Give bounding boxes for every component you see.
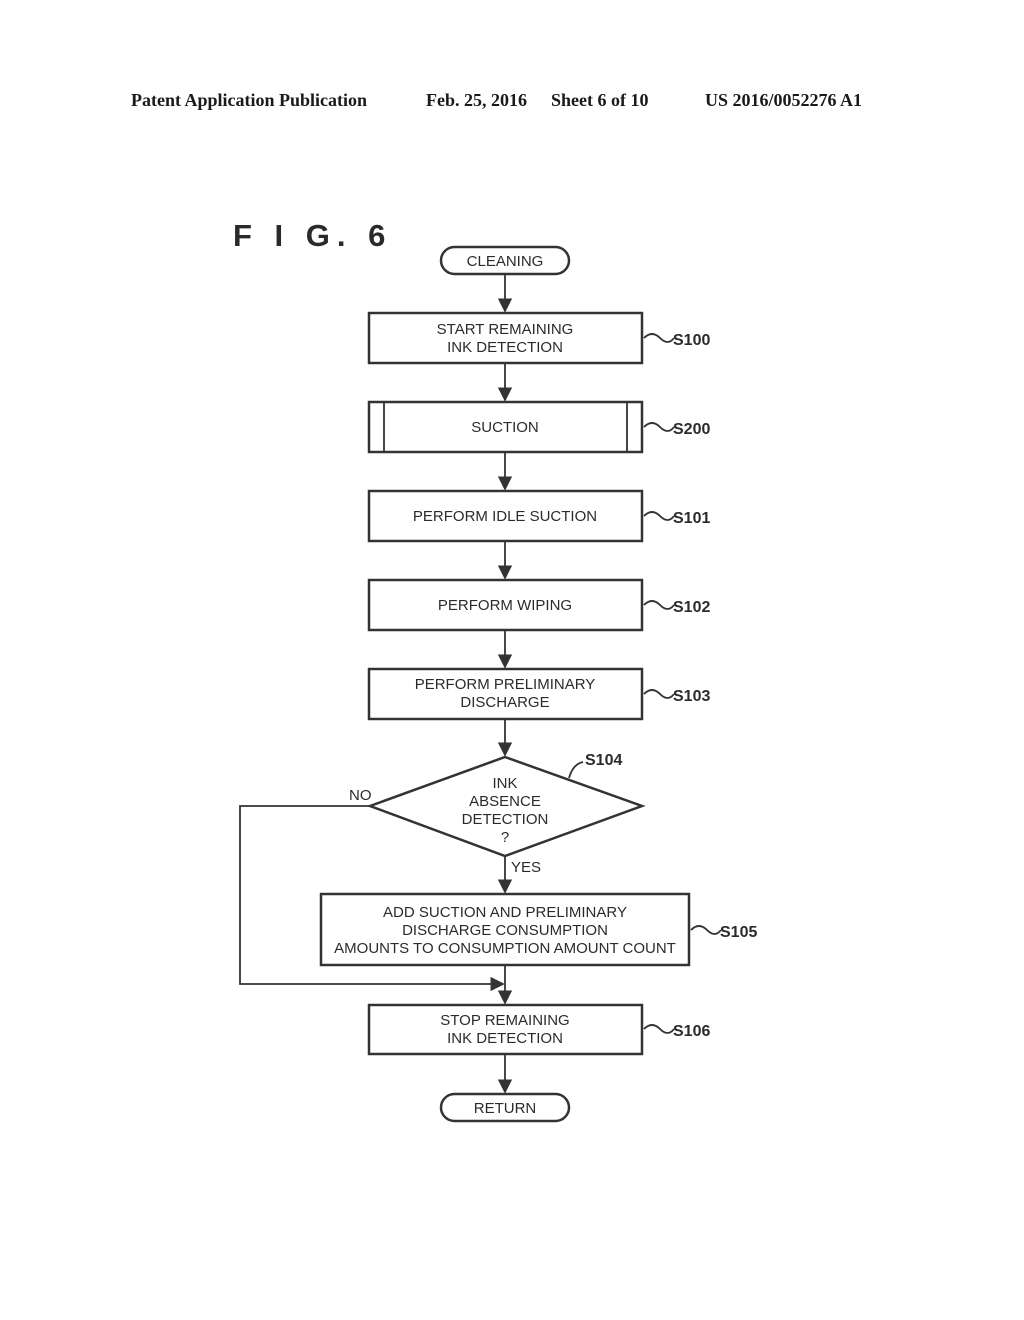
terminal-end: RETURN	[439, 1092, 571, 1123]
step-s100: START REMAINING INK DETECTION S100	[367, 311, 710, 365]
flowchart: CLEANING START REMAINING INK DETECTION S…	[239, 245, 757, 1123]
step-s103-id: S103	[673, 688, 710, 705]
step-s104-line3: DETECTION	[462, 811, 549, 828]
leader-s200	[643, 422, 675, 432]
step-s104-line2: ABSENCE	[469, 793, 541, 810]
leader-s106	[643, 1024, 675, 1034]
step-s105-line1: ADD SUCTION AND PRELIMINARY	[383, 904, 627, 921]
step-s104-line1: INK	[492, 775, 517, 792]
step-s100-line1: START REMAINING	[437, 321, 574, 338]
step-s103-line1: PERFORM PRELIMINARY	[415, 676, 596, 693]
leader-s104	[568, 761, 584, 779]
step-s106-id: S106	[673, 1023, 710, 1040]
step-s105-line2: DISCHARGE CONSUMPTION	[402, 922, 608, 939]
step-s100-line2: INK DETECTION	[447, 339, 563, 356]
step-s102-id: S102	[673, 599, 710, 616]
step-s101: PERFORM IDLE SUCTION S101	[367, 489, 710, 543]
step-s104-line4: ?	[501, 829, 509, 846]
step-s104-decision: INK ABSENCE DETECTION ? S104 NO YES	[349, 752, 646, 876]
step-s104-id: S104	[585, 752, 622, 769]
step-s106: STOP REMAINING INK DETECTION S106	[367, 1003, 710, 1056]
step-s100-id: S100	[673, 332, 710, 349]
leader-s102	[643, 600, 675, 610]
branch-no-label: NO	[349, 787, 372, 804]
leader-s100	[643, 333, 675, 343]
step-s101-id: S101	[673, 510, 710, 527]
leader-s103	[643, 689, 675, 699]
step-s102: PERFORM WIPING S102	[367, 578, 710, 632]
step-s102-line1: PERFORM WIPING	[438, 597, 572, 614]
step-s106-line2: INK DETECTION	[447, 1030, 563, 1047]
step-s105-id: S105	[720, 924, 757, 941]
leader-s101	[643, 511, 675, 521]
step-s106-line1: STOP REMAINING	[440, 1012, 569, 1029]
step-s105-line3: AMOUNTS TO CONSUMPTION AMOUNT COUNT	[334, 940, 676, 957]
terminal-end-label: RETURN	[474, 1100, 537, 1117]
step-s101-line1: PERFORM IDLE SUCTION	[413, 508, 597, 525]
step-s200-line1: SUCTION	[471, 419, 539, 436]
terminal-start-label: CLEANING	[467, 253, 544, 270]
step-s103: PERFORM PRELIMINARY DISCHARGE S103	[367, 667, 710, 721]
step-s200: SUCTION S200	[367, 400, 710, 454]
branch-yes-label: YES	[511, 859, 541, 876]
step-s200-id: S200	[673, 421, 710, 438]
step-s103-line2: DISCHARGE	[460, 694, 549, 711]
step-s105: ADD SUCTION AND PRELIMINARY DISCHARGE CO…	[319, 892, 757, 967]
terminal-start: CLEANING	[439, 245, 571, 276]
leader-s105	[690, 925, 722, 935]
